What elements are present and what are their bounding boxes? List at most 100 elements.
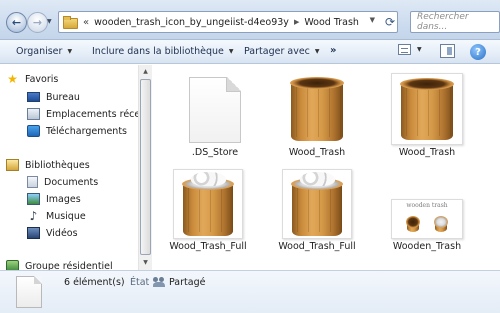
blank-file-icon [189, 77, 241, 143]
refresh-icon: ⟳ [384, 15, 396, 29]
preview-pane-button[interactable] [440, 44, 455, 58]
state-value: Partagé [169, 277, 206, 288]
thumbnail-frame [282, 169, 352, 239]
file-item[interactable]: Wood_Trash [267, 73, 367, 163]
forward-button[interactable]: → [27, 12, 48, 33]
nav-item-label: Emplacements récents [46, 108, 138, 120]
file-item[interactable]: Wood_Trash [377, 73, 477, 163]
share-with-label: Partager avec [244, 46, 310, 57]
include-library-label: Inclure dans la bibliothèque [92, 46, 224, 57]
overflow-chevron[interactable]: « [83, 17, 89, 28]
chevron-down-icon: ▼ [67, 48, 73, 55]
nav-item-label: Documents [44, 176, 99, 188]
star-icon: ★ [7, 72, 18, 86]
nav-item-downloads[interactable]: Téléchargements [27, 123, 127, 139]
wooden-trash-icon [290, 77, 344, 141]
file-item[interactable]: wooden trash Wooden_Trash [377, 169, 477, 263]
search-placeholder: Rechercher dans... [417, 12, 469, 32]
homegroup-icon [6, 260, 19, 270]
preview-caption: wooden trash [406, 202, 448, 209]
file-item[interactable]: Wood_Trash_Full [267, 169, 367, 263]
wooden-trash-icon [400, 78, 454, 140]
refresh-button[interactable]: ⟳ [380, 12, 400, 32]
include-library-menu-button[interactable]: Inclure dans la bibliothèque ▼ [92, 46, 234, 57]
navigation-pane: ★ Favoris Bureau Emplacements récents Té… [0, 65, 138, 270]
back-arrow-icon: ← [11, 16, 22, 29]
scrollbar-thumb[interactable] [140, 79, 151, 255]
address-history-dropdown-icon[interactable]: ▼ [370, 16, 375, 24]
breadcrumb-arrow-icon[interactable]: ▶ [294, 18, 299, 26]
scroll-up-icon[interactable]: ▲ [139, 65, 152, 79]
music-icon: ♪ [29, 209, 38, 223]
nav-item-label: Favoris [25, 73, 59, 85]
recent-pages-dropdown-icon[interactable]: ▼ [47, 18, 52, 25]
nav-item-music[interactable]: ♪ Musique [27, 208, 86, 224]
nav-item-libraries[interactable]: Bibliothèques [6, 157, 90, 173]
thumbnail-frame [391, 73, 463, 145]
nav-item-label: Groupe résidentiel [25, 260, 113, 271]
nav-item-recent-places[interactable]: Emplacements récents [27, 106, 138, 122]
details-pane: 6 élément(s) État : Partagé [0, 270, 500, 313]
wooden-trash-full-icon [182, 172, 234, 236]
nav-item-label: Bibliothèques [25, 159, 90, 171]
breadcrumb-item[interactable]: Wood Trash [304, 17, 359, 28]
forward-arrow-icon: → [32, 16, 43, 29]
file-name: Wooden_Trash [392, 241, 462, 252]
nav-item-desktop[interactable]: Bureau [27, 89, 80, 105]
videos-icon [27, 227, 40, 239]
preview-image: wooden trash [392, 200, 462, 238]
command-bar: Organiser ▼ Inclure dans la bibliothèque ▼… [0, 40, 500, 64]
help-icon[interactable]: ? [470, 44, 486, 60]
chevron-down-icon: ▼ [228, 48, 234, 55]
thumbnail-frame [173, 169, 243, 239]
folder-icon [63, 16, 78, 29]
item-count: 6 élément(s) [64, 277, 125, 288]
chevron-down-icon: ▼ [417, 46, 422, 53]
change-view-button[interactable]: ▼ [398, 44, 422, 55]
nav-item-label: Bureau [46, 91, 80, 103]
thumbnail-frame: wooden trash [391, 199, 463, 239]
wooden-trash-full-icon [434, 216, 448, 232]
back-button[interactable]: ← [6, 12, 27, 33]
file-name: Wood_Trash [288, 147, 346, 158]
scroll-down-icon[interactable]: ▼ [139, 256, 152, 270]
file-name: .DS_Store [191, 147, 239, 158]
nav-item-homegroup[interactable]: Groupe résidentiel [6, 258, 113, 270]
pictures-icon [27, 193, 40, 205]
nav-item-label: Téléchargements [46, 125, 127, 137]
organize-menu-button[interactable]: Organiser ▼ [16, 46, 72, 57]
nav-item-favorites[interactable]: ★ Favoris [6, 71, 58, 87]
wooden-trash-full-icon [291, 172, 343, 236]
navigation-scrollbar[interactable]: ▲ ▼ [138, 65, 152, 270]
search-input[interactable]: Rechercher dans... [410, 11, 500, 33]
share-with-menu-button[interactable]: Partager avec ▼ [244, 46, 320, 57]
file-name: Wood_Trash [398, 147, 456, 158]
file-icon [16, 276, 42, 308]
chevron-down-icon: ▼ [314, 48, 320, 55]
view-icon [398, 44, 411, 55]
file-list: .DS_Store Wood_Trash Wood_Trash Wood_Tra… [153, 65, 500, 270]
nav-item-label: Vidéos [46, 227, 78, 239]
breadcrumb-item[interactable]: wooden_trash_icon_by_ungeiist-d4eo93y [94, 17, 289, 28]
file-name: Wood_Trash_Full [278, 241, 356, 252]
nav-item-label: Musique [46, 210, 86, 222]
downloads-icon [27, 125, 40, 137]
nav-item-label: Images [46, 193, 81, 205]
nav-item-videos[interactable]: Vidéos [27, 225, 78, 241]
nav-item-documents[interactable]: Documents [27, 174, 98, 190]
desktop-icon [27, 92, 40, 102]
more-commands-button[interactable]: » [330, 45, 336, 56]
file-item[interactable]: .DS_Store [165, 73, 265, 163]
address-field[interactable]: « wooden_trash_icon_by_ungeiist-d4eo93y … [58, 11, 398, 33]
libraries-icon [6, 159, 19, 171]
shared-users-icon [153, 276, 165, 287]
address-bar-area: ← → ▼ « wooden_trash_icon_by_ungeiist-d4… [0, 0, 500, 40]
organize-label: Organiser [16, 46, 63, 57]
wooden-trash-icon [406, 216, 420, 232]
file-name: Wood_Trash_Full [169, 241, 247, 252]
nav-item-pictures[interactable]: Images [27, 191, 81, 207]
recent-places-icon [27, 108, 40, 120]
state-label: État : [130, 277, 156, 288]
file-item[interactable]: Wood_Trash_Full [158, 169, 258, 263]
documents-icon [27, 176, 38, 188]
